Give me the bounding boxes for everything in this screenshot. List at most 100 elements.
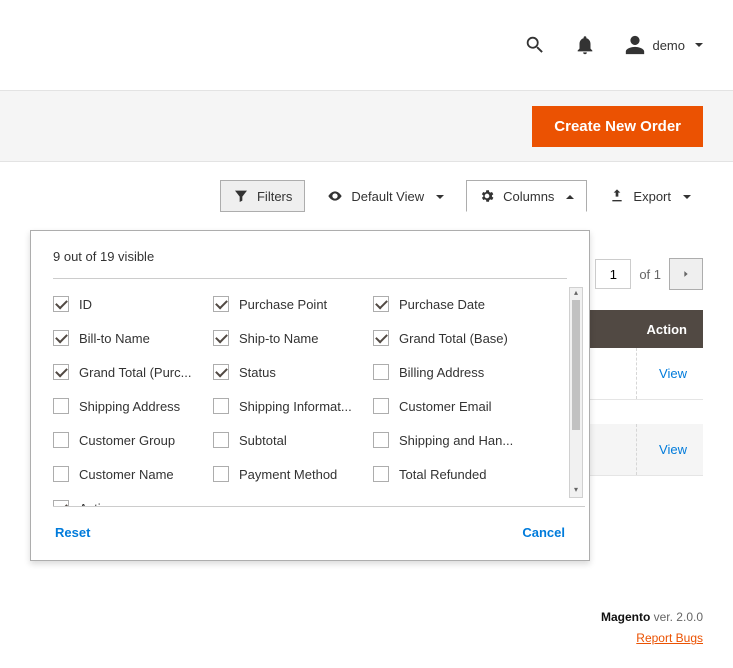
checkbox[interactable] [53,364,69,380]
column-toggle[interactable]: Total Refunded [373,457,533,491]
report-bugs-link[interactable]: Report Bugs [636,631,703,645]
col-action-header: Action [647,322,687,337]
column-toggle[interactable]: Shipping Informat... [213,389,373,423]
page-header: demo [0,0,733,90]
column-label: ID [79,297,92,312]
export-button[interactable]: Export [597,181,703,211]
checkbox[interactable] [53,432,69,448]
column-label: Ship-to Name [239,331,318,346]
cancel-link[interactable]: Cancel [522,525,565,540]
column-label: Bill-to Name [79,331,150,346]
checkbox[interactable] [213,398,229,414]
column-label: Billing Address [399,365,484,380]
column-toggle[interactable]: Bill-to Name [53,321,213,355]
grid-toolbar: Filters Default View Columns Export [0,162,733,212]
view-link[interactable]: View [659,366,687,381]
column-label: Total Refunded [399,467,486,482]
pager: of 1 [595,258,703,290]
chevron-right-icon [681,269,691,279]
columns-button[interactable]: Columns [466,180,587,212]
column-toggle[interactable]: Shipping and Han... [373,423,533,457]
next-page-button[interactable] [669,258,703,290]
scrollbar[interactable]: ▴ ▾ [569,287,583,498]
checkbox[interactable] [373,466,389,482]
filters-button[interactable]: Filters [220,180,305,212]
column-toggle[interactable]: Purchase Date [373,287,533,321]
checkbox[interactable] [53,330,69,346]
create-new-order-button[interactable]: Create New Order [532,106,703,147]
column-label: Purchase Date [399,297,485,312]
eye-icon [327,188,343,204]
footer-version: ver. 2.0.0 [650,610,703,624]
gear-icon [479,188,495,204]
page-of-label: of 1 [639,267,661,282]
checkbox[interactable] [53,466,69,482]
column-toggle[interactable]: Customer Email [373,389,533,423]
page-input[interactable] [595,259,631,289]
column-toggle[interactable]: Billing Address [373,355,533,389]
column-label: Purchase Point [239,297,327,312]
column-toggle[interactable]: Action [53,491,213,507]
chevron-down-icon [679,189,691,204]
default-view-button[interactable]: Default View [315,181,456,211]
column-toggle[interactable]: Status [213,355,373,389]
view-link[interactable]: View [659,442,687,457]
filters-label: Filters [257,189,292,204]
page-footer: Magento ver. 2.0.0 Report Bugs [601,607,703,650]
reset-link[interactable]: Reset [55,525,90,540]
checkbox[interactable] [213,432,229,448]
bell-icon[interactable] [574,34,596,56]
column-toggle[interactable]: Grand Total (Base) [373,321,533,355]
checkbox[interactable] [373,296,389,312]
columns-label: Columns [503,189,554,204]
columns-summary: 9 out of 19 visible [53,231,567,279]
checkbox[interactable] [53,398,69,414]
action-strip: Create New Order [0,90,733,162]
user-icon [624,34,646,56]
column-label: Shipping and Han... [399,433,513,448]
column-label: Customer Group [79,433,175,448]
column-label: Payment Method [239,467,337,482]
checkbox[interactable] [373,432,389,448]
chevron-up-icon [562,189,574,204]
column-toggle[interactable]: ID [53,287,213,321]
export-icon [609,188,625,204]
view-label: Default View [351,189,424,204]
checkbox[interactable] [213,364,229,380]
column-label: Customer Email [399,399,491,414]
checkbox[interactable] [53,500,69,507]
column-label: Subtotal [239,433,287,448]
user-menu[interactable]: demo [624,34,703,56]
column-label: Customer Name [79,467,174,482]
user-label: demo [652,38,685,53]
footer-brand: Magento [601,610,650,624]
columns-footer: Reset Cancel [31,507,589,540]
checkbox[interactable] [53,296,69,312]
column-toggle[interactable]: Grand Total (Purc... [53,355,213,389]
column-label: Shipping Informat... [239,399,352,414]
checkbox[interactable] [373,364,389,380]
column-label: Status [239,365,276,380]
checkbox[interactable] [213,466,229,482]
column-toggle[interactable]: Shipping Address [53,389,213,423]
search-icon[interactable] [524,34,546,56]
column-toggle[interactable]: Customer Name [53,457,213,491]
column-toggle[interactable]: Customer Group [53,423,213,457]
column-toggle[interactable]: Ship-to Name [213,321,373,355]
scroll-up-icon: ▴ [570,288,582,300]
scroll-thumb[interactable] [572,300,580,430]
column-toggle[interactable]: Purchase Point [213,287,373,321]
column-label: Action [79,501,115,508]
checkbox[interactable] [213,330,229,346]
columns-dropdown: 9 out of 19 visible ID Purchase Point Purc… [30,230,590,561]
checkbox[interactable] [213,296,229,312]
column-toggle[interactable]: Subtotal [213,423,373,457]
checkbox[interactable] [373,398,389,414]
column-toggle[interactable]: Payment Method [213,457,373,491]
funnel-icon [233,188,249,204]
column-label: Grand Total (Purc... [79,365,191,380]
column-label: Grand Total (Base) [399,331,508,346]
checkbox[interactable] [373,330,389,346]
scroll-down-icon: ▾ [570,485,582,497]
columns-list: ID Purchase Point Purchase Date Bill-to Nam… [53,287,585,507]
